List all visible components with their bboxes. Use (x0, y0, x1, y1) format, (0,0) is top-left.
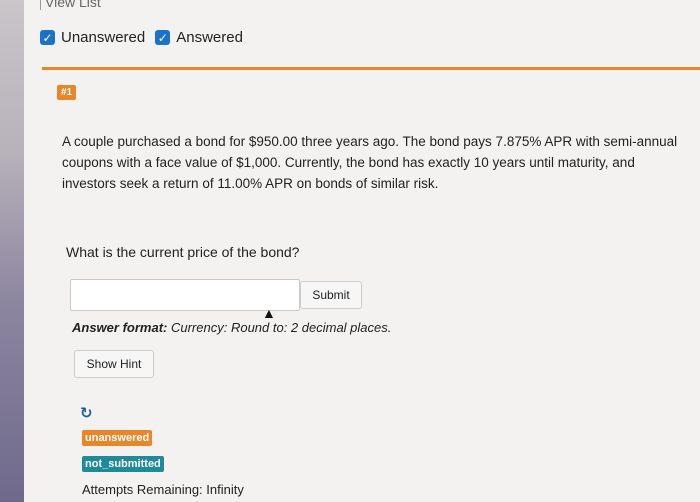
section-divider (42, 67, 700, 70)
answer-format-text: Currency: Round to: 2 decimal places. (170, 320, 392, 335)
answer-format-label: Answer format: (72, 320, 168, 335)
submit-button[interactable]: Submit (300, 281, 362, 309)
answered-checkbox[interactable]: ✓ (155, 30, 171, 45)
refresh-icon[interactable]: ↻ (80, 404, 93, 422)
question-number-badge: #1 (57, 85, 77, 100)
answered-filter-label[interactable]: Answered (176, 29, 243, 46)
unanswered-filter-label[interactable]: Unanswered (61, 29, 145, 46)
question-text: A couple purchased a bond for $950.00 th… (62, 134, 678, 191)
question-page: View List ✓ Unanswered ✓ Answered #1 A c… (24, 0, 700, 502)
show-hint-button[interactable]: Show Hint (74, 350, 154, 378)
answer-status-badge: unanswered (82, 430, 153, 446)
answer-format: Answer format: Currency: Round to: 2 dec… (72, 320, 391, 335)
submit-status-badge: not_submitted (82, 456, 164, 472)
unanswered-checkbox[interactable]: ✓ (40, 30, 55, 45)
view-list-link[interactable]: View List (40, 0, 101, 10)
filter-bar: ✓ Unanswered ✓ Answered (40, 29, 249, 46)
attempts-remaining: Attempts Remaining: Infinity (82, 482, 244, 497)
mouse-cursor-icon: ▲ (262, 305, 276, 321)
question-prompt: What is the current price of the bond? (66, 244, 300, 260)
